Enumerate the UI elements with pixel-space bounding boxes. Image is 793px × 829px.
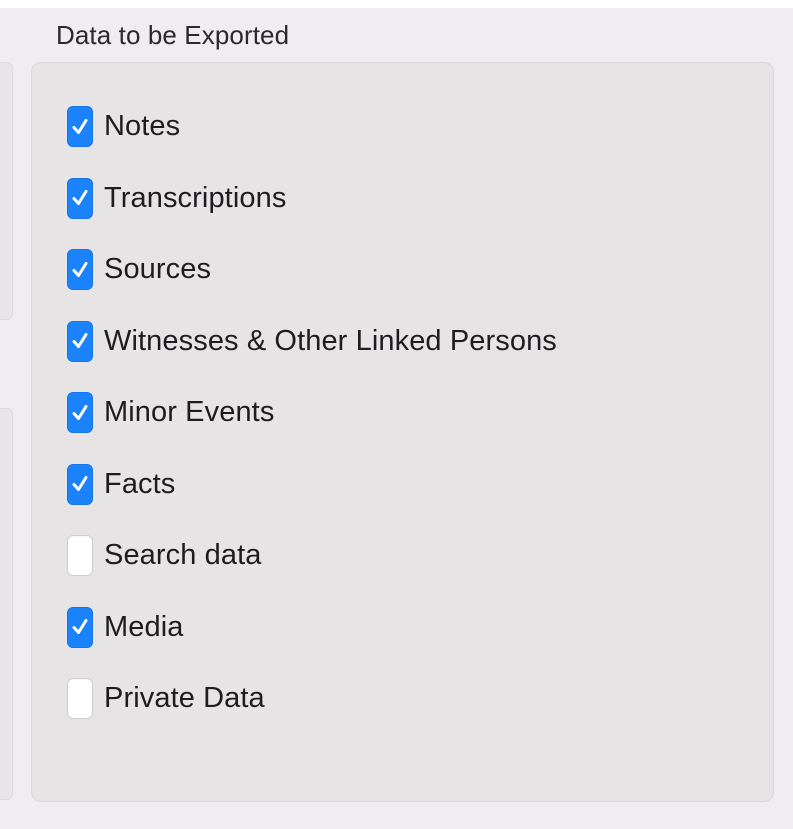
checkmark-icon (72, 619, 88, 634)
option-private-data[interactable]: Private Data (67, 678, 557, 750)
option-facts[interactable]: Facts (67, 463, 557, 536)
private-data-checkbox[interactable] (67, 678, 93, 719)
witnesses-label[interactable]: Witnesses & Other Linked Persons (104, 321, 557, 362)
option-notes[interactable]: Notes (67, 106, 557, 178)
option-search-data[interactable]: Search data (67, 535, 557, 607)
checkmark-icon (72, 118, 88, 134)
group-title: Data to be Exported (56, 20, 290, 50)
search-data-label[interactable]: Search data (104, 535, 262, 576)
transcriptions-checkbox[interactable] (67, 177, 93, 219)
transcriptions-label[interactable]: Transcriptions (104, 178, 286, 219)
export-options-list: Notes Transcriptions Sources Witnesses &… (67, 106, 557, 750)
checkmark-icon (72, 333, 88, 348)
media-label[interactable]: Media (104, 607, 184, 648)
private-data-label[interactable]: Private Data (104, 678, 265, 719)
facts-checkbox[interactable] (67, 463, 93, 505)
sources-checkbox[interactable] (67, 249, 93, 290)
notes-checkbox[interactable] (67, 106, 93, 147)
option-minor-events[interactable]: Minor Events (67, 392, 557, 464)
option-transcriptions[interactable]: Transcriptions (67, 177, 557, 250)
notes-label[interactable]: Notes (104, 106, 180, 147)
adjacent-panel-edge-top (0, 62, 13, 320)
option-witnesses[interactable]: Witnesses & Other Linked Persons (67, 320, 557, 393)
option-media[interactable]: Media (67, 606, 557, 679)
media-checkbox[interactable] (67, 606, 93, 648)
checkmark-icon (72, 261, 88, 277)
adjacent-panel-edge-bottom (0, 408, 13, 800)
checkmark-icon (72, 190, 88, 205)
minor-events-label[interactable]: Minor Events (104, 392, 274, 433)
facts-label[interactable]: Facts (104, 464, 175, 505)
minor-events-checkbox[interactable] (67, 392, 93, 433)
checkmark-icon (72, 476, 88, 491)
search-data-checkbox[interactable] (67, 535, 93, 576)
checkmark-icon (72, 404, 88, 420)
witnesses-checkbox[interactable] (67, 320, 93, 362)
sources-label[interactable]: Sources (104, 249, 211, 290)
option-sources[interactable]: Sources (67, 249, 557, 321)
